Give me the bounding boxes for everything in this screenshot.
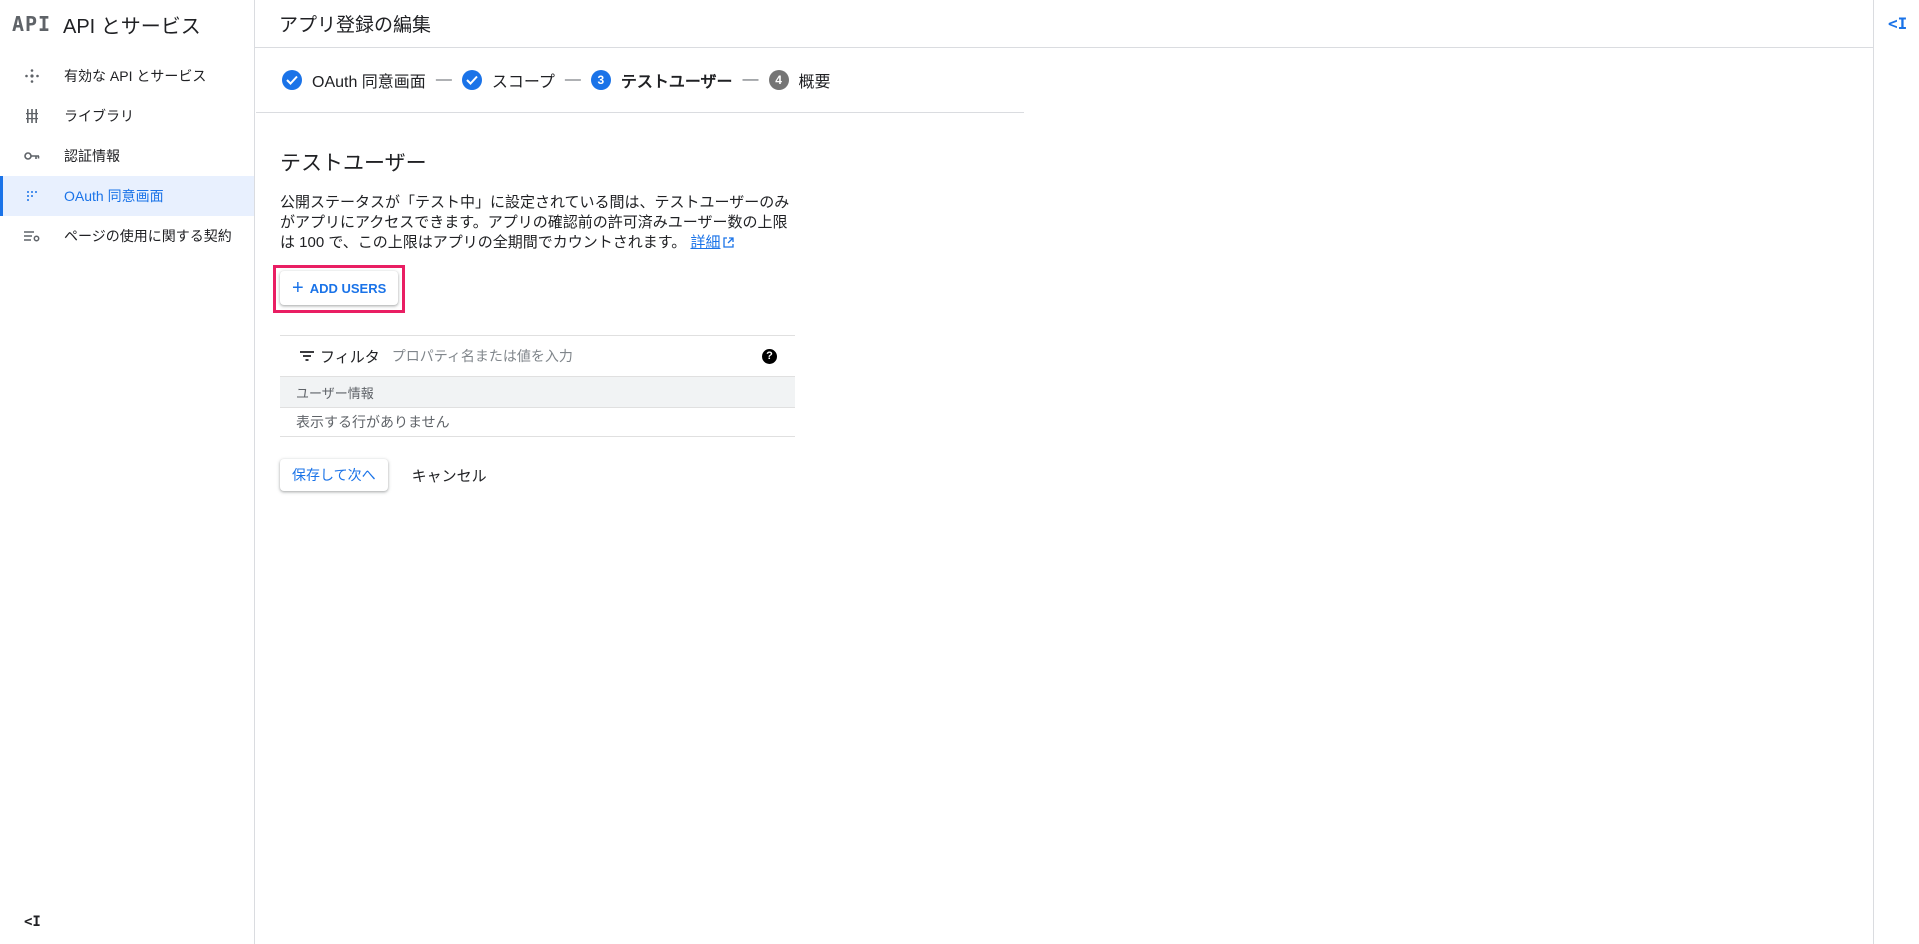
check-icon [461, 70, 482, 90]
filter-bar: フィルタ ? [280, 335, 795, 376]
check-icon [282, 70, 302, 90]
empty-message: 表示する行がありません [296, 414, 450, 430]
form-actions: 保存して次へ キャンセル [280, 459, 499, 491]
help-icon[interactable]: ? [762, 348, 777, 364]
step-label: 概要 [798, 74, 831, 91]
step-separator: — [742, 71, 759, 88]
step-number: 3 [590, 70, 611, 90]
step-test-users[interactable]: 3 テストユーザー [590, 68, 733, 92]
api-logo: API [11, 12, 52, 36]
right-rail: <I [1873, 0, 1919, 944]
page-title: アプリ登録の編集 [279, 15, 432, 36]
step-summary[interactable]: 4 概要 [768, 68, 831, 92]
oauth-consent-icon [0, 190, 64, 202]
details-link[interactable]: 詳細 [690, 234, 720, 251]
details-link-label: 詳細 [690, 234, 721, 251]
library-icon [0, 109, 64, 123]
main-content: テストユーザー 公開ステータスが「テスト中」に設定されている間は、テストユーザー… [273, 113, 800, 491]
page-header: アプリ登録の編集 [255, 0, 1873, 48]
step-label: スコープ [491, 74, 555, 91]
section-title: テストユーザー [280, 152, 427, 175]
step-label: テストユーザー [620, 74, 733, 91]
sidebar-item-page-usage-agreements[interactable]: ページの使用に関する契約 [0, 216, 254, 256]
sidebar-nav: 有効な API とサービス ライブラリ 認証情報 OAuth 同意画面 ページの… [0, 56, 254, 256]
section-description: 公開ステータスが「テスト中」に設定されている間は、テストユーザーのみがアプリにア… [280, 193, 792, 254]
table-header: ユーザー情報 [280, 376, 795, 408]
step-scopes[interactable]: スコープ [461, 68, 555, 92]
add-users-label: ADD USERS [309, 280, 387, 296]
step-number: 4 [768, 70, 789, 90]
step-oauth-consent[interactable]: OAuth 同意画面 [282, 68, 426, 92]
sidebar-item-oauth-consent[interactable]: OAuth 同意画面 [0, 176, 254, 216]
settings-list-icon [0, 230, 64, 242]
brand-header: API API とサービス [0, 0, 254, 48]
step-separator: — [564, 71, 581, 88]
empty-row: 表示する行がありません [280, 408, 795, 437]
expand-panel-button[interactable]: <I [1888, 14, 1907, 33]
sidebar-item-label: OAuth 同意画面 [64, 188, 164, 204]
filter-label: フィルタ [320, 348, 380, 366]
product-title[interactable]: API とサービス [63, 10, 201, 39]
step-label: OAuth 同意画面 [312, 74, 426, 91]
sidebar-item-library[interactable]: ライブラリ [0, 96, 254, 136]
sidebar-item-label: 有効な API とサービス [64, 68, 207, 84]
cancel-button[interactable]: キャンセル [400, 459, 499, 491]
test-users-table: フィルタ ? ユーザー情報 表示する行がありません [280, 335, 795, 437]
step-separator: — [435, 71, 452, 88]
add-users-button[interactable]: + ADD USERS [280, 271, 399, 305]
sidebar-item-enabled-apis[interactable]: 有効な API とサービス [0, 56, 254, 96]
collapse-sidebar-button[interactable]: <I [24, 914, 41, 930]
sidebar-item-label: 認証情報 [64, 148, 120, 164]
sidebar-item-credentials[interactable]: 認証情報 [0, 136, 254, 176]
sidebar: API API とサービス 有効な API とサービス ライブラリ 認証情報 O… [0, 0, 255, 944]
sidebar-item-label: ページの使用に関する契約 [64, 228, 232, 244]
filter-input[interactable] [389, 347, 734, 365]
plus-icon: + [292, 277, 304, 299]
save-and-continue-button[interactable]: 保存して次へ [280, 459, 388, 491]
key-icon [0, 151, 64, 161]
apis-hub-icon [0, 69, 64, 83]
stepper: OAuth 同意画面 — スコープ — 3 テストユーザー — 4 概要 [256, 48, 1024, 113]
filter-icon [300, 351, 314, 361]
open-in-new-icon [723, 234, 735, 254]
sidebar-item-label: ライブラリ [64, 108, 134, 124]
column-user-info[interactable]: ユーザー情報 [296, 383, 374, 402]
